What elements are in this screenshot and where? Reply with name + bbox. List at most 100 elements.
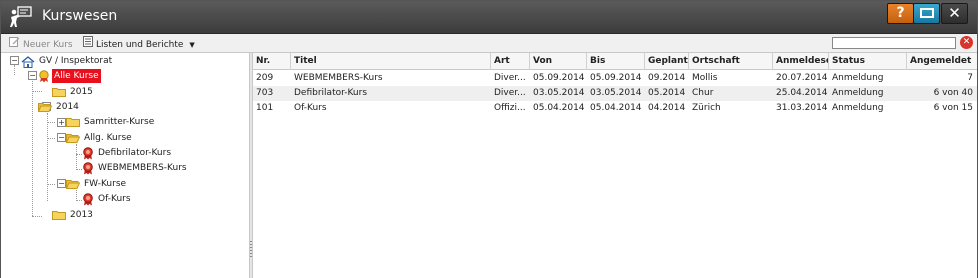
tree-node-samariter[interactable]: Samritter-Kurse	[66, 115, 156, 129]
cell-status: Anmeldung	[832, 103, 884, 113]
cell-angemeldet: 6 von 40	[933, 88, 973, 98]
tree-node-label: WEBMEMBERS-Kurs	[98, 163, 187, 173]
column-header-titel[interactable]: Titel	[291, 53, 491, 70]
lists-reports-menu[interactable]: Listen und Berichte ▼	[83, 36, 195, 51]
new-course-label: Neuer Kurs	[23, 40, 73, 50]
grip-dot	[250, 250, 252, 251]
grip-dot	[250, 256, 252, 257]
tree-node-2015[interactable]: 2015	[52, 85, 95, 99]
tree-line	[76, 144, 77, 170]
course-badge-icon	[82, 146, 94, 160]
collapse-toggle[interactable]: −	[57, 179, 66, 188]
cell-angemeldet: 7	[967, 73, 973, 83]
tree-node-label: Alle Kurse	[52, 69, 101, 83]
tree-line	[32, 91, 42, 92]
tree-node-2014[interactable]: 2014	[38, 100, 81, 114]
folder-icon	[52, 210, 66, 220]
collapse-toggle[interactable]: −	[57, 133, 66, 142]
new-course-button[interactable]: Neuer Kurs	[9, 36, 73, 51]
tree-node-webmembers[interactable]: WEBMEMBERS-Kurs	[82, 161, 189, 175]
column-header-bis[interactable]: Bis	[587, 53, 645, 70]
all-courses-icon	[38, 69, 50, 83]
course-badge-icon	[82, 192, 94, 206]
column-header-status[interactable]: Status	[829, 53, 907, 70]
app-window: Kurswesen ? ✕ Neuer Kurs Listen und Beri…	[0, 0, 978, 278]
table-row[interactable]: 209 WEBMEMBERS-Kurs Diver... 05.09.2014 …	[253, 71, 977, 86]
table-row[interactable]: 703 Defibrilator-Kurs Diver... 03.05.201…	[253, 86, 977, 101]
cell-geplant: 09.2014	[648, 73, 686, 83]
folder-open-icon	[66, 179, 80, 189]
cell-titel: WEBMEMBERS-Kurs	[294, 73, 383, 83]
tree-node-label: Samritter-Kurse	[84, 117, 155, 127]
column-header-anmeldeschluss[interactable]: Anmeldesc	[773, 53, 829, 70]
maximize-icon	[919, 8, 934, 18]
collapse-toggle[interactable]: −	[10, 56, 19, 65]
tree-node-label: 2014	[56, 102, 79, 112]
cell-von: 05.09.2014	[533, 73, 585, 83]
window-titlebar: Kurswesen ? ✕	[1, 1, 977, 34]
tree-line	[47, 122, 55, 123]
close-button[interactable]: ✕	[941, 3, 968, 24]
grip-dot	[250, 241, 252, 242]
grid-header: Nr. Titel Art Von Bis Geplant Ortschaft …	[253, 53, 977, 70]
course-badge-icon	[82, 161, 94, 175]
collapse-toggle[interactable]: −	[28, 71, 37, 80]
help-button[interactable]: ?	[887, 3, 914, 24]
window-title: Kurswesen	[42, 8, 118, 24]
lists-reports-label: Listen und Berichte	[96, 40, 184, 50]
tree-node-label: Allg. Kurse	[84, 133, 132, 143]
cell-von: 03.05.2014	[533, 88, 585, 98]
clear-search-icon[interactable]: ✕	[960, 36, 973, 49]
column-header-art[interactable]: Art	[491, 53, 530, 70]
folder-open-icon	[38, 102, 52, 112]
grip-dot	[250, 244, 252, 245]
cell-von: 05.04.2014	[533, 103, 585, 113]
tree-node-of[interactable]: Of-Kurs	[82, 192, 133, 206]
tree-line	[47, 184, 55, 185]
tree-node-root[interactable]: GV / Inspektorat	[21, 54, 114, 68]
tree-node-defibrilator[interactable]: Defibrilator-Kurs	[82, 146, 173, 160]
cell-anmeldeschluss: 25.04.2014	[776, 88, 828, 98]
column-header-ortschaft[interactable]: Ortschaft	[689, 53, 773, 70]
tree-node-label: 2013	[70, 210, 93, 220]
cell-nr: 101	[256, 103, 274, 113]
column-header-von[interactable]: Von	[530, 53, 587, 70]
column-header-angemeldet[interactable]: Angemeldet	[907, 53, 977, 70]
cell-art: Diver...	[494, 88, 526, 98]
tree-node-all-courses[interactable]: Alle Kurse	[38, 69, 101, 83]
cell-bis: 05.09.2014	[590, 73, 642, 83]
tree-line	[14, 65, 15, 75]
search-input[interactable]	[832, 37, 956, 49]
tree-node-label: 2015	[70, 87, 93, 97]
cell-anmeldeschluss: 31.03.2014	[776, 103, 828, 113]
column-header-nr[interactable]: Nr.	[253, 53, 291, 70]
grip-dot	[250, 247, 252, 248]
cell-ortschaft: Zürich	[692, 103, 721, 113]
tree-node-label: Of-Kurs	[98, 194, 131, 204]
tree-line	[32, 216, 42, 217]
folder-open-icon	[66, 133, 80, 143]
cell-titel: Defibrilator-Kurs	[294, 88, 368, 98]
tree-line	[32, 81, 33, 216]
cell-art: Diver...	[494, 73, 526, 83]
cell-status: Anmeldung	[832, 88, 884, 98]
edit-icon	[9, 36, 20, 53]
tree-node-fw[interactable]: FW-Kurse	[66, 177, 128, 191]
maximize-button[interactable]	[913, 3, 940, 24]
folder-icon	[52, 87, 66, 97]
home-icon	[21, 56, 35, 68]
column-header-geplant[interactable]: Geplant	[645, 53, 689, 70]
tree-node-2013[interactable]: 2013	[52, 208, 95, 222]
course-grid: Nr. Titel Art Von Bis Geplant Ortschaft …	[253, 53, 977, 278]
cell-titel: Of-Kurs	[294, 103, 327, 113]
app-logo-icon	[9, 6, 33, 28]
tree-node-allg[interactable]: Allg. Kurse	[66, 131, 134, 145]
toolbar: Neuer Kurs Listen und Berichte ▼	[1, 34, 977, 53]
tree-line	[47, 113, 48, 201]
expand-toggle[interactable]: +	[57, 118, 66, 127]
cell-angemeldet: 6 von 15	[933, 103, 973, 113]
cell-nr: 209	[256, 73, 274, 83]
table-row[interactable]: 101 Of-Kurs Offizi... 05.04.2014 05.04.2…	[253, 101, 977, 116]
course-tree: − − − + − − GV / Inspektorat Alle Kurse …	[1, 53, 249, 278]
cell-bis: 03.05.2014	[590, 88, 642, 98]
